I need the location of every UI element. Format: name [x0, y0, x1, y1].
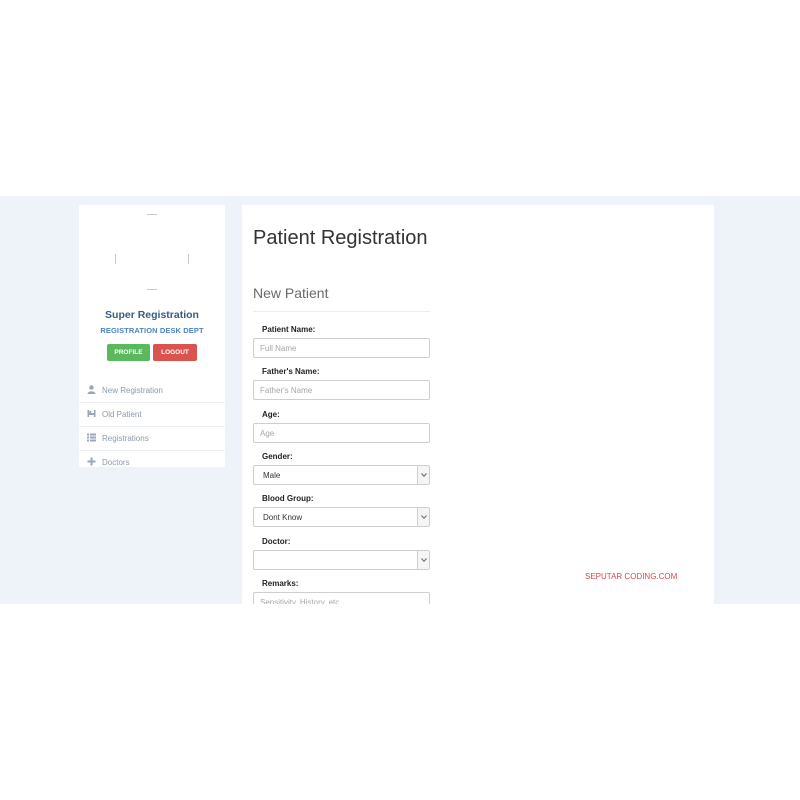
avatar	[115, 214, 189, 290]
profile-button[interactable]: PROFILE	[107, 344, 150, 361]
patient-name-label: Patient Name:	[262, 325, 316, 334]
blood-group-label: Blood Group:	[262, 494, 314, 503]
age-input[interactable]	[253, 423, 430, 443]
doctor-label: Doctor:	[262, 537, 291, 546]
blood-group-select[interactable]: Dont Know	[253, 507, 430, 527]
section-title: New Patient	[253, 285, 329, 301]
sidebar-item-label: Old Patient	[102, 410, 142, 419]
sidebar-nav: New Registration Old Patient Registratio…	[79, 379, 225, 474]
page-title: Patient Registration	[253, 227, 428, 249]
age-label: Age:	[262, 410, 280, 419]
main-panel: Patient Registration New Patient Patient…	[242, 205, 714, 604]
plus-icon	[87, 457, 96, 466]
chevron-down-icon	[417, 466, 429, 484]
app-screen: Super Registration REGISTRATION DESK DEP…	[0, 196, 800, 604]
sidebar-item-doctors[interactable]: Doctors	[79, 450, 225, 474]
user-name: Super Registration	[105, 309, 199, 321]
bed-icon	[87, 409, 96, 418]
blood-group-value: Dont Know	[263, 513, 303, 522]
logout-button[interactable]: LOGOUT	[153, 344, 197, 361]
list-icon	[87, 433, 96, 442]
gender-select[interactable]: Male	[253, 465, 430, 485]
sidebar-item-label: Registrations	[102, 434, 149, 443]
remarks-input[interactable]	[253, 592, 430, 604]
sidebar-item-old-patient[interactable]: Old Patient	[79, 402, 225, 426]
section-divider	[253, 311, 430, 312]
user-icon	[87, 385, 96, 394]
gender-label: Gender:	[262, 452, 293, 461]
sidebar-item-registrations[interactable]: Registrations	[79, 426, 225, 450]
remarks-label: Remarks:	[262, 579, 299, 588]
doctor-select[interactable]	[253, 550, 430, 570]
gender-value: Male	[263, 471, 281, 480]
sidebar-item-label: Doctors	[102, 458, 130, 467]
father-name-input[interactable]	[253, 380, 430, 400]
chevron-down-icon	[417, 508, 429, 526]
father-name-label: Father's Name:	[262, 367, 320, 376]
sidebar-item-label: New Registration	[102, 386, 163, 395]
sidebar-item-new-registration[interactable]: New Registration	[79, 379, 225, 402]
sidebar: Super Registration REGISTRATION DESK DEP…	[79, 205, 225, 467]
user-department: REGISTRATION DESK DEPT	[100, 326, 204, 335]
patient-name-input[interactable]	[253, 338, 430, 358]
watermark: SEPUTAR CODING.COM	[585, 572, 678, 581]
chevron-down-icon	[417, 551, 429, 569]
